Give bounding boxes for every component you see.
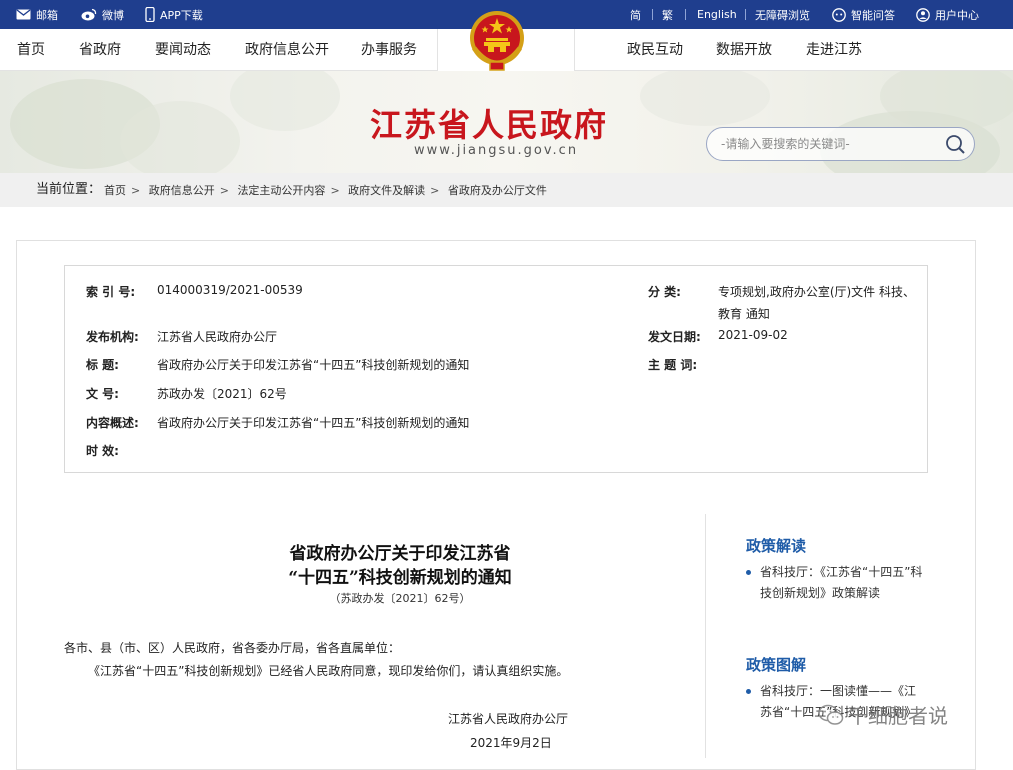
breadcrumb-separator-icon: > [131, 184, 141, 197]
user-icon [916, 7, 930, 22]
document-metadata: 索 引 号: 014000319/2021-00539 分 类: 专项规划,政府… [64, 265, 928, 473]
policy-interpretation-text: 省科技厅：《江苏省“十四五”科技创新规划》政策解读 [760, 565, 923, 600]
document-title-line2: “十四五”科技创新规划的通知 [288, 568, 512, 588]
nav-services[interactable]: 办事服务 [361, 29, 417, 71]
validity-label: 时 效: [86, 444, 119, 458]
simplified-chinese-link[interactable]: 简 [630, 0, 641, 29]
simplified-label: 简 [630, 8, 641, 22]
document-sign-date: 2021年9月2日 [470, 736, 552, 750]
accessible-browse-link[interactable]: 无障碍浏览 [755, 0, 810, 29]
traditional-label: 繁 [662, 8, 673, 22]
watermark: 千细胞者说 [818, 700, 948, 729]
app-download-link[interactable]: APP下载 [145, 0, 203, 29]
document-number: （苏政办发〔2021〕62号） [329, 592, 471, 605]
banner-decoration [120, 101, 240, 173]
site-url: www.jiangsu.gov.cn [414, 143, 579, 158]
category-value: 专项规划,政府办公室(厅)文件 科技、 [718, 285, 915, 299]
policy-interpretation-heading: 政策解读 [746, 537, 807, 555]
index-label: 索 引 号: [86, 285, 136, 299]
user-center-link[interactable]: 用户中心 [916, 0, 979, 29]
nav-news[interactable]: 要闻动态 [155, 29, 211, 71]
nav-province[interactable]: 省政府 [79, 29, 121, 71]
search-input[interactable] [719, 134, 939, 154]
publisher-value: 江苏省人民政府办公厅 [157, 330, 278, 344]
summary-label: 内容概述: [86, 416, 139, 430]
document-title: 省政府办公厅关于印发江苏省 [289, 544, 511, 564]
site-title[interactable]: 江苏省人民政府 [370, 100, 608, 146]
watermark-text: 千细胞者说 [848, 704, 948, 728]
mail-icon [16, 9, 31, 20]
issue-date-label: 发文日期: [648, 330, 701, 344]
weibo-label: 微博 [102, 8, 124, 22]
title-value: 省政府办公厅关于印发江苏省“十四五”科技创新规划的通知 [157, 358, 470, 372]
english-label: English [697, 8, 737, 21]
mail-link[interactable]: 邮箱 [16, 0, 58, 29]
nav-home[interactable]: 首页 [17, 29, 45, 71]
doc-number-value: 苏政办发〔2021〕62号 [157, 387, 287, 401]
publisher-label: 发布机构: [86, 330, 139, 344]
summary-value: 省政府办公厅关于印发江苏省“十四五”科技创新规划的通知 [157, 416, 470, 430]
mail-label: 邮箱 [36, 8, 58, 22]
document-greeting: 各市、县（市、区）人民政府，省各委办厅局，省各直属单位： [64, 641, 401, 655]
document-signature: 江苏省人民政府办公厅 [448, 712, 569, 726]
smart-qa-link[interactable]: 智能问答 [832, 0, 895, 29]
english-link[interactable]: English [697, 0, 737, 29]
category-label: 分 类: [648, 285, 681, 299]
breadcrumb-item[interactable]: 省政府及办公厅文件 [448, 184, 547, 197]
accessible-label: 无障碍浏览 [755, 8, 810, 22]
breadcrumb: 当前位置： 首页 > 政府信息公开 > 法定主动公开内容 > 政府文件及解读 > 省政府… [0, 173, 1013, 207]
weibo-link[interactable]: 微博 [81, 0, 124, 29]
subject-label: 主 题 词: [648, 358, 698, 372]
search-box [706, 127, 975, 161]
smart-qa-label: 智能问答 [851, 8, 895, 22]
phone-icon [145, 7, 155, 22]
category-value-cont: 教育 通知 [718, 307, 770, 321]
doc-number-label: 文 号: [86, 387, 119, 401]
bullet-icon [746, 689, 751, 694]
index-value: 014000319/2021-00539 [157, 283, 303, 297]
divider [745, 9, 746, 20]
breadcrumb-item[interactable]: 政府信息公开 [149, 184, 215, 197]
column-divider [705, 514, 706, 758]
title-label: 标 题: [86, 358, 119, 372]
nav-open-data[interactable]: 数据开放 [716, 29, 772, 71]
wechat-icon [818, 704, 844, 725]
app-download-label: APP下载 [160, 8, 203, 22]
divider [652, 9, 653, 20]
divider [685, 9, 686, 20]
nav-info-disclosure[interactable]: 政府信息公开 [245, 29, 329, 71]
nav-interaction[interactable]: 政民互动 [627, 29, 683, 71]
breadcrumb-separator-icon: > [430, 184, 440, 197]
banner-decoration [640, 71, 770, 126]
national-emblem-icon[interactable] [466, 8, 528, 74]
issue-date-value: 2021-09-02 [718, 328, 788, 342]
breadcrumb-separator-icon: > [219, 184, 229, 197]
weibo-icon [81, 8, 97, 21]
traditional-chinese-link[interactable]: 繁 [662, 0, 673, 29]
search-icon[interactable] [944, 133, 966, 155]
chat-bot-icon [832, 7, 846, 22]
breadcrumb-item[interactable]: 法定主动公开内容 [237, 184, 325, 197]
policy-interpretation-link[interactable]: 省科技厅：《江苏省“十四五”科技创新规划》政策解读 [746, 562, 926, 604]
breadcrumb-trail: 首页 > 政府信息公开 > 法定主动公开内容 > 政府文件及解读 > 省政府及办公厅文件 [104, 173, 547, 209]
bullet-icon [746, 570, 751, 575]
breadcrumb-item[interactable]: 首页 [104, 184, 126, 197]
user-center-label: 用户中心 [935, 8, 979, 22]
breadcrumb-label: 当前位置： [36, 182, 102, 197]
breadcrumb-item[interactable]: 政府文件及解读 [348, 184, 425, 197]
policy-graphic-heading: 政策图解 [746, 656, 807, 674]
banner-decoration [230, 71, 340, 131]
breadcrumb-separator-icon: > [330, 184, 340, 197]
nav-explore-jiangsu[interactable]: 走进江苏 [806, 29, 862, 71]
document-body: 《江苏省“十四五”科技创新规划》已经省人民政府同意，现印发给你们，请认真组织实施… [88, 664, 569, 678]
